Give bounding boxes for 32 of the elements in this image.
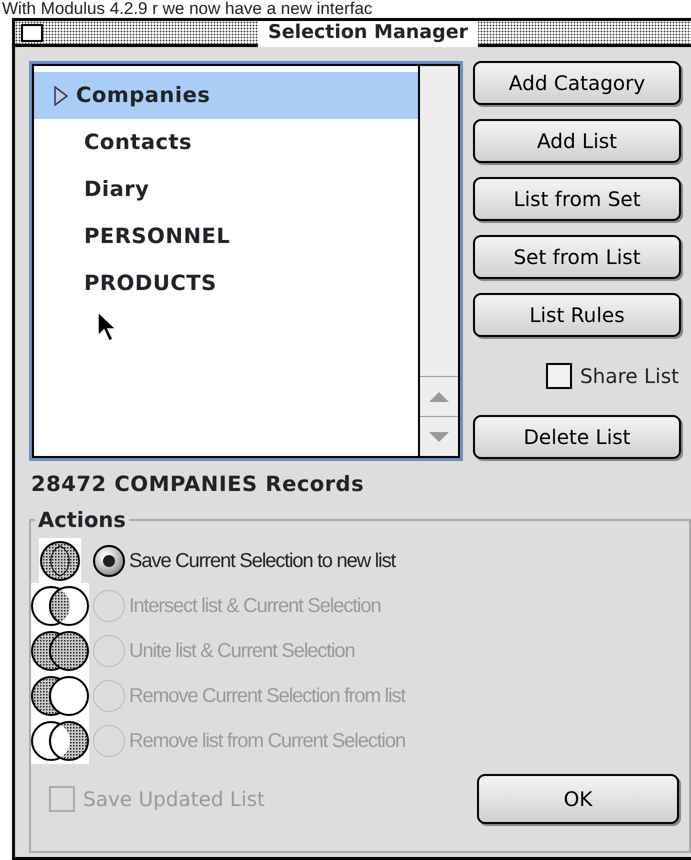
action-button[interactable]: Set from List [473,235,681,279]
venn-diagram-icon [31,718,89,764]
action-button[interactable]: Add List [473,119,681,163]
checkbox-label: Save Updated List [83,786,265,812]
ok-button[interactable]: OK [477,774,679,824]
venn-diagram-icon [31,628,89,674]
window-title: Selection Manager [258,21,478,47]
action-button[interactable]: Add Catagory [473,61,681,105]
list-item[interactable]: Companies [34,72,418,119]
radio-label: Remove Current Selection from list [129,684,406,709]
list-item[interactable]: Contacts [34,119,418,166]
radio-label: Intersect list & Current Selection [129,594,381,619]
caption-text: With Modulus 4.2.9 r we now have a new interfac [1,0,374,18]
scroll-up-icon[interactable] [428,390,450,402]
action-button[interactable]: List from Set [473,177,681,221]
action-button[interactable]: List Rules [473,293,681,337]
record-count: 28472 COMPANIES Records [31,471,366,498]
list-item[interactable]: Diary [34,166,418,213]
radio-label: Unite list & Current Selection [129,639,355,664]
radio-label: Save Current Selection to new list [129,549,396,574]
radio-button[interactable] [93,545,125,577]
scroll-down-icon[interactable] [428,430,450,442]
venn-diagram-icon [31,583,89,629]
close-box[interactable] [21,24,43,42]
venn-diagram-icon [31,673,89,719]
checkbox-label: Share List [580,363,679,390]
radio-label: Remove list from Current Selection [129,729,406,754]
checkbox[interactable] [546,363,572,389]
disclosure-triangle-icon[interactable] [54,86,68,106]
list-item[interactable]: PERSONNEL [34,213,418,260]
delete-list-button[interactable]: Delete List [473,415,681,459]
list-item[interactable]: PRODUCTS [34,260,418,307]
